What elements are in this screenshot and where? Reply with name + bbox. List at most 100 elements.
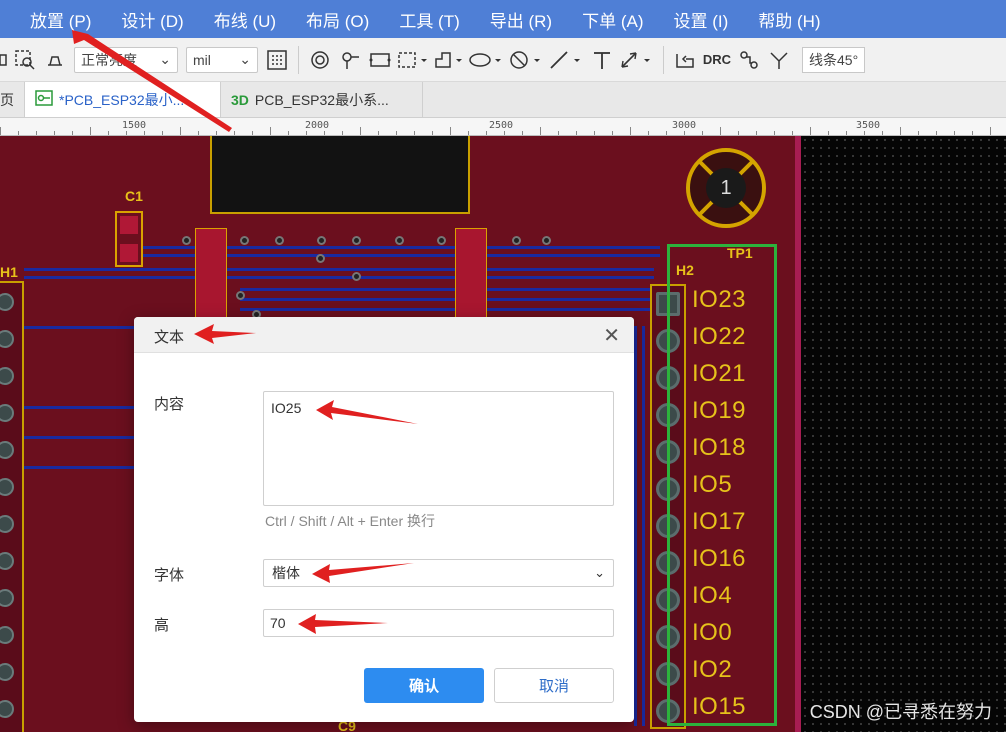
via [437,236,446,245]
ruler-tick [0,127,1,135]
dashed-region-icon[interactable] [395,45,431,75]
menu-order[interactable]: 下单 (A) [582,7,643,32]
io-pin-label[interactable]: IO17 [692,508,746,536]
ruler-tick [234,131,235,135]
menu-layout[interactable]: 布局 (O) [306,7,369,32]
line-icon[interactable] [547,45,587,75]
capacitor-c1[interactable] [115,211,143,267]
menu-place[interactable]: 放置 (P) [30,7,91,32]
angle-route-icon[interactable] [764,45,794,75]
mounting-hole[interactable]: 1 [686,148,766,228]
brightness-select[interactable]: 正常亮度 ⌄ [74,46,178,73]
toolbar-separator [298,45,299,74]
copper-trace [24,326,144,329]
io-pin-label[interactable]: IO22 [692,323,746,351]
ellipse-icon[interactable] [467,45,507,75]
ruler-tick [990,127,991,135]
mounting-hole-number: 1 [706,168,746,208]
via [182,236,191,245]
io-pin-label[interactable]: IO23 [692,286,746,314]
ruler-tick [468,131,469,135]
io-pin-label[interactable]: IO4 [692,582,732,610]
io-pin-label[interactable]: IO0 [692,619,732,647]
confirm-button[interactable]: 确认 [364,668,484,703]
horizontal-ruler: 1500 2000 2500 3000 3500 [0,118,1006,136]
polygon-icon[interactable] [431,45,467,75]
ruler-tick [54,131,55,135]
cancel-button[interactable]: 取消 [494,668,614,703]
tab-home[interactable]: 页 [0,82,25,117]
close-icon[interactable]: ✕ [603,323,620,348]
chevron-down-icon: ⌄ [239,51,251,67]
text-icon[interactable] [587,45,617,75]
watermark: CSDN @已寻悉在努力 [809,702,992,722]
ruler-tick [630,127,631,135]
unit-select[interactable]: mil ⌄ [186,46,258,73]
line-mode-select[interactable]: 线条45° [802,46,866,73]
ruler-tick [432,131,433,135]
esp32-module[interactable] [210,136,470,214]
tab-pcb[interactable]: *PCB_ESP32最小... [25,82,221,117]
copper-trace [240,308,650,311]
via [395,236,404,245]
ruler-tick [414,131,415,135]
menu-route[interactable]: 布线 (U) [214,7,276,32]
ruler-mark: 3500 [856,120,881,131]
ruler-tick [792,131,793,135]
brightness-select-value: 正常亮度 [81,51,137,68]
via-icon[interactable] [305,45,335,75]
ruler-tick [576,131,577,135]
document-tabs: 页 *PCB_ESP32最小... 3D PCB_ESP32最小系... [0,82,1006,118]
ruler-tick [666,131,667,135]
header-h1[interactable] [0,281,24,732]
rectangle-region-icon[interactable] [365,45,395,75]
io-pin-label[interactable]: IO2 [692,656,732,684]
io-pin-label[interactable]: IO19 [692,397,746,425]
3d-icon: 3D [231,91,249,108]
tab-pcb-3d[interactable]: 3D PCB_ESP32最小系... [221,82,423,117]
ruler-tick [288,131,289,135]
ruler-tick [198,131,199,135]
io-pin-label[interactable]: IO18 [692,434,746,462]
ruler-tick [270,127,271,135]
menu-export[interactable]: 导出 (R) [490,7,552,32]
toolbar-partial-icon [0,45,10,75]
io-pin-label[interactable]: IO5 [692,471,732,499]
via [512,236,521,245]
pad-icon[interactable] [335,45,365,75]
menu-design[interactable]: 设计 (D) [121,7,183,32]
ruler-tick [108,131,109,135]
chevron-down-icon: ⌄ [594,565,605,580]
font-select[interactable]: 楷体 ⌄ [263,559,614,587]
menu-tools[interactable]: 工具 (T) [399,7,459,32]
diff-pair-icon[interactable] [734,45,764,75]
newline-hint: Ctrl / Shift / Alt + Enter 换行 [265,513,435,529]
dimension-icon[interactable] [617,45,657,75]
content-textarea[interactable] [263,391,614,506]
via [317,236,326,245]
header-pin [0,293,14,311]
height-input[interactable] [263,609,614,637]
io-pin-label[interactable]: IO21 [692,360,746,388]
ruler-tick [522,131,523,135]
zoom-area-icon[interactable] [10,45,40,75]
route-icon[interactable] [670,45,700,75]
ruler-tick [846,131,847,135]
ruler-tick [558,131,559,135]
grid-icon[interactable] [262,45,292,75]
menu-help[interactable]: 帮助 (H) [758,7,820,32]
io-pin-label[interactable]: IO15 [692,693,746,721]
drc-button[interactable]: DRC [700,52,734,67]
menu-settings[interactable]: 设置 (I) [673,7,728,32]
capacitor-pad [120,244,138,262]
header-pin [0,330,14,348]
no-connect-icon[interactable] [507,45,547,75]
capacitor-pad [120,216,138,234]
ruler-tick [756,131,757,135]
ruler-tick [126,131,127,135]
io-pin-label[interactable]: IO16 [692,545,746,573]
ruler-tick [900,127,901,135]
toolbar-separator [663,45,664,74]
flip-board-icon[interactable] [40,45,70,75]
ruler-tick [216,131,217,135]
